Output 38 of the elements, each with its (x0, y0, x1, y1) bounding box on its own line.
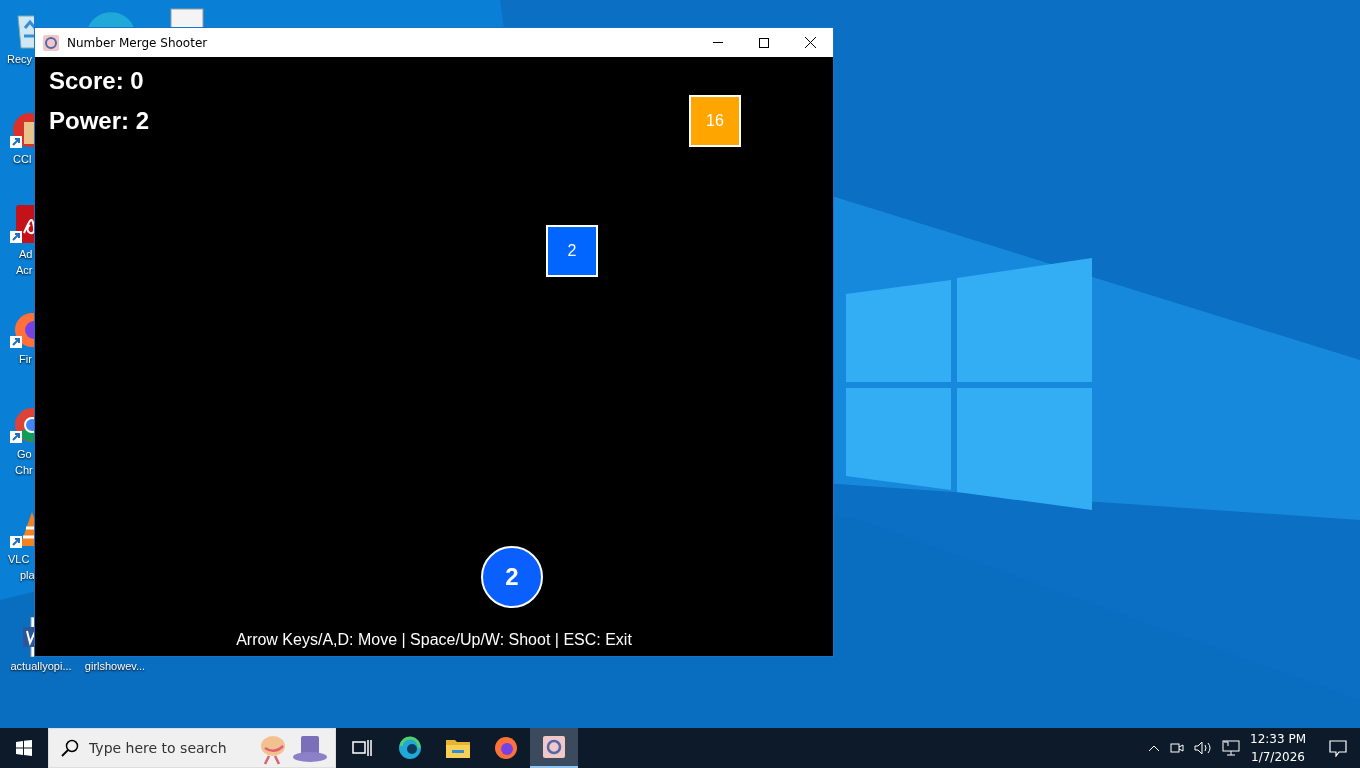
window-title: Number Merge Shooter (67, 35, 209, 50)
speech-bubble-icon (1329, 739, 1347, 757)
speaker-icon (1194, 741, 1212, 755)
clock-date: 1/7/2026 (1251, 749, 1305, 766)
search-box[interactable]: Type here to search (48, 728, 336, 768)
camera-icon (1170, 741, 1184, 755)
clock-time: 12:33 PM (1250, 731, 1306, 748)
search-icon (61, 739, 79, 757)
icon-label: VLC (8, 552, 30, 566)
windows-logo-icon (16, 740, 32, 756)
minimize-icon (713, 42, 723, 43)
app-icon (543, 736, 565, 758)
icon-label: Ad (19, 247, 33, 261)
icon-label: Go (17, 447, 32, 461)
icon-label: Fir (19, 352, 32, 366)
icon-label: Acr (16, 263, 33, 277)
icon-label: pla (20, 568, 35, 582)
chevron-up-icon (1148, 744, 1160, 752)
icon-label: actuallyopi... (10, 659, 72, 673)
shooter-ball: 2 (481, 546, 543, 608)
maximize-icon (759, 37, 769, 48)
taskbar-app[interactable] (530, 728, 578, 768)
score-text: Score: 0 (49, 67, 144, 95)
controls-hint: Arrow Keys/A,D: Move | Space/Up/W: Shoot | ESC: Exit (235, 631, 633, 649)
icon-label: Chr (15, 463, 33, 477)
icon-label: girlshowev... (84, 659, 146, 673)
icon-label: CCl (13, 152, 32, 166)
number-block: 16 (689, 95, 741, 147)
search-field[interactable]: Type here to search (87, 739, 251, 757)
app-icon (43, 34, 59, 51)
firefox-icon (494, 736, 518, 760)
network-icon (1222, 740, 1240, 756)
task-view-icon (352, 739, 372, 757)
icon-label: Recy (7, 52, 33, 66)
folder-icon (446, 738, 470, 758)
power-text: Power: 2 (49, 107, 150, 135)
number-block: 2 (546, 225, 598, 277)
close-icon (804, 37, 816, 48)
